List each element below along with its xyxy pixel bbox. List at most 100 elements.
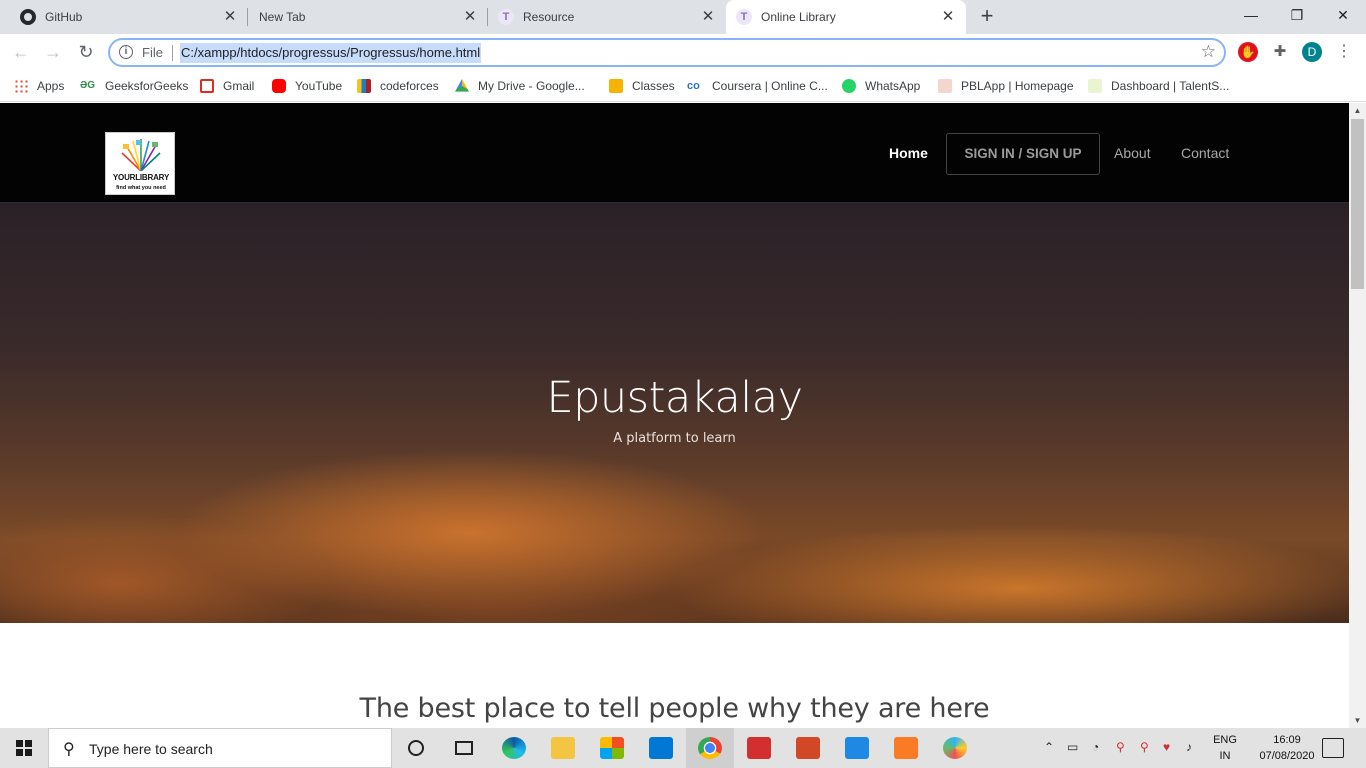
maximize-button[interactable]: ❐ — [1274, 0, 1320, 34]
powerpoint-icon[interactable] — [784, 728, 832, 768]
reader-icon[interactable] — [735, 728, 783, 768]
close-tab-icon[interactable]: ✕ — [222, 9, 238, 25]
clock-date: 07/08/2020 — [1259, 750, 1315, 762]
tab-resource[interactable]: T Resource ✕ — [488, 0, 726, 34]
bookmark-gmail[interactable]: Gmail — [200, 77, 254, 95]
bookmark-classes[interactable]: Classes — [609, 77, 675, 95]
tab-label: New Tab — [259, 10, 306, 24]
scroll-down-arrow-icon[interactable]: ▼ — [1349, 713, 1366, 728]
windows-icon — [16, 740, 32, 756]
minimize-button[interactable]: — — [1228, 0, 1274, 34]
nav-about-link[interactable]: About — [1114, 145, 1151, 161]
file-explorer-icon[interactable] — [539, 728, 587, 768]
lead-heading: The best place to tell people why they a… — [359, 693, 990, 724]
search-icon: ⚲ — [63, 741, 75, 758]
bookmark-whatsapp[interactable]: WhatsApp — [842, 77, 920, 95]
site-navbar: YOURLIBRARY find what you need Home SIGN… — [0, 103, 1349, 203]
chrome-icon[interactable] — [686, 728, 734, 768]
clock-time: 16:09 — [1273, 734, 1301, 746]
windows-taskbar: ⚲ Type here to search ⌃ ▭ ◔ ⚲ ⚲ ♥ ♪ ENG … — [0, 728, 1366, 768]
back-arrow-icon[interactable]: ← — [10, 41, 32, 63]
hero-banner: Epustakalay A platform to learn — [0, 203, 1349, 623]
forward-arrow-icon[interactable]: → — [42, 41, 64, 63]
scheme-label: File — [142, 45, 163, 60]
address-bar[interactable]: i File C:/xampp/htdocs/progressus/Progre… — [108, 38, 1226, 67]
language-indicator[interactable]: ENG IN — [1208, 732, 1242, 764]
reload-icon[interactable]: ↻ — [75, 41, 97, 63]
show-hidden-icons-icon[interactable]: ⌃ — [1044, 740, 1054, 754]
drive-icon — [455, 79, 469, 92]
menu-icon[interactable]: ⋮ — [1334, 42, 1354, 62]
tab-online-library[interactable]: T Online Library ✕ — [726, 0, 966, 34]
nav-contact-link[interactable]: Contact — [1181, 145, 1229, 161]
scroll-thumb[interactable] — [1351, 119, 1364, 289]
close-window-button[interactable]: ✕ — [1320, 0, 1366, 34]
book-rays-icon — [121, 139, 161, 171]
gfg-icon: ƏG — [80, 79, 96, 93]
paint-icon[interactable] — [931, 728, 979, 768]
zoom-tool-icon[interactable]: ⚲ — [1116, 740, 1125, 754]
close-tab-icon[interactable]: ✕ — [700, 9, 716, 25]
close-tab-icon[interactable]: ✕ — [940, 9, 956, 25]
wps-icon[interactable] — [833, 728, 881, 768]
url-text[interactable]: C:/xampp/htdocs/progressus/Progressus/ho… — [180, 43, 482, 63]
tab-label: Resource — [523, 10, 575, 24]
whatsapp-icon — [842, 79, 856, 93]
notifications-icon[interactable] — [1322, 738, 1344, 758]
codeforces-icon — [357, 79, 371, 93]
hero-subtitle: A platform to learn — [613, 431, 736, 446]
bookmark-codeforces[interactable]: codeforces — [357, 77, 439, 95]
bookmark-apps[interactable]: Apps — [14, 77, 64, 95]
coursera-icon: co — [687, 79, 703, 93]
site-logo[interactable]: YOURLIBRARY find what you need — [105, 132, 175, 195]
adblock-icon[interactable]: ✋ — [1238, 42, 1258, 62]
search-placeholder: Type here to search — [89, 741, 213, 757]
task-view-icon[interactable] — [440, 728, 488, 768]
star-icon[interactable]: ☆ — [1201, 42, 1216, 62]
bookmark-geeksforgeeks[interactable]: ƏG GeeksforGeeks — [80, 77, 188, 95]
nav-home-link[interactable]: Home — [889, 145, 928, 161]
profile-avatar[interactable]: D — [1302, 42, 1322, 62]
edge-icon[interactable] — [490, 728, 538, 768]
t-icon: T — [498, 9, 514, 25]
tab-github[interactable]: GitHub ✕ — [8, 0, 248, 34]
scroll-up-arrow-icon[interactable]: ▲ — [1349, 103, 1366, 118]
page-scrollbar[interactable]: ▲ ▼ — [1349, 103, 1366, 728]
browser-toolbar: ← → ↻ i File C:/xampp/htdocs/progressus/… — [0, 34, 1366, 71]
youtube-icon — [272, 79, 286, 93]
bookmark-my-drive[interactable]: My Drive - Google... — [455, 77, 585, 95]
tab-strip: GitHub ✕ New Tab ✕ T Resource ✕ T Online… — [0, 0, 1366, 34]
logo-tagline: find what you need — [116, 185, 166, 191]
classroom-icon — [609, 79, 623, 93]
extensions-icon[interactable]: ✚ — [1270, 42, 1290, 62]
bookmark-dashboard[interactable]: Dashboard | TalentS... — [1088, 77, 1229, 95]
hero-title: Epustakalay — [546, 373, 803, 423]
volume-icon[interactable]: ♪ — [1186, 740, 1192, 754]
new-tab-button[interactable]: + — [976, 5, 998, 28]
system-clock[interactable]: 16:09 07/08/2020 — [1252, 732, 1322, 764]
tab-label: Online Library — [761, 10, 836, 24]
taskbar-search[interactable]: ⚲ Type here to search — [48, 728, 392, 768]
bookmarks-bar: Apps ƏG GeeksforGeeks Gmail YouTube code… — [0, 71, 1366, 102]
signin-signup-button[interactable]: SIGN IN / SIGN UP — [946, 133, 1100, 175]
start-button[interactable] — [0, 728, 48, 768]
apps-icon — [14, 79, 28, 93]
pbl-icon — [938, 79, 952, 93]
info-icon[interactable]: i — [119, 45, 133, 59]
tab-label: GitHub — [45, 10, 83, 24]
bookmark-coursera[interactable]: co Coursera | Online C... — [687, 77, 828, 95]
mail-icon[interactable] — [637, 728, 685, 768]
gmail-icon — [200, 79, 214, 93]
xampp-icon[interactable] — [882, 728, 930, 768]
wifi-icon[interactable]: ◔ — [1092, 740, 1099, 754]
close-tab-icon[interactable]: ✕ — [462, 9, 478, 25]
bookmark-pblapp[interactable]: PBLApp | Homepage — [938, 77, 1074, 95]
tab-new-tab[interactable]: New Tab ✕ — [248, 0, 488, 34]
store-icon[interactable] — [588, 728, 636, 768]
talent-icon — [1088, 79, 1102, 93]
bookmark-youtube[interactable]: YouTube — [272, 77, 342, 95]
zoom-tool-2-icon[interactable]: ⚲ — [1140, 740, 1149, 754]
cortana-icon[interactable] — [392, 728, 440, 768]
pulse-icon[interactable]: ♥ — [1163, 740, 1170, 754]
battery-icon[interactable]: ▭ — [1067, 740, 1078, 754]
